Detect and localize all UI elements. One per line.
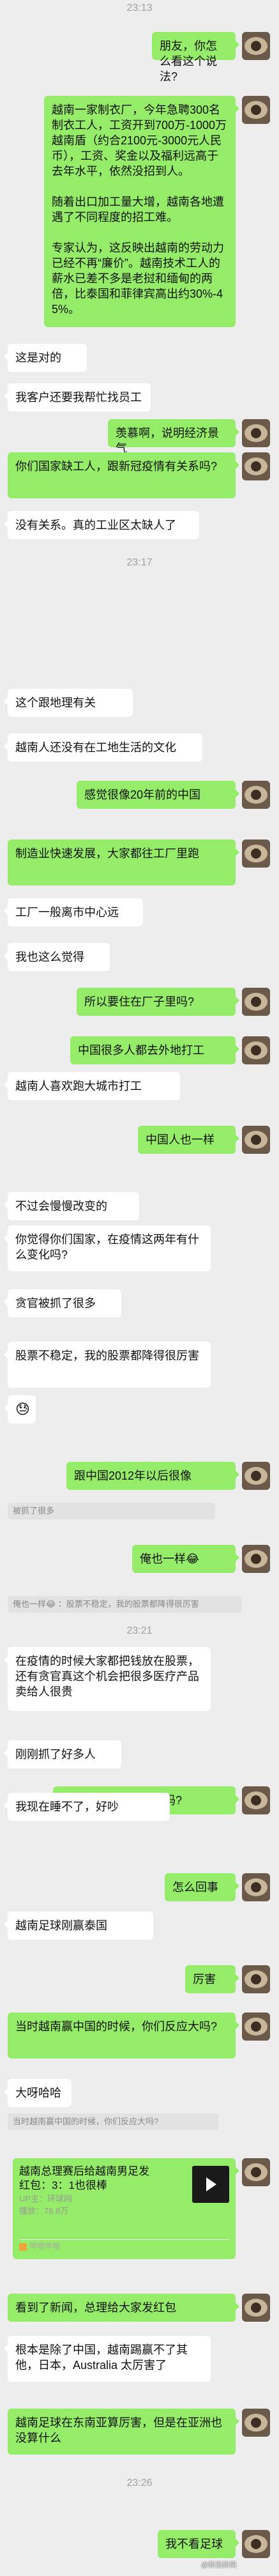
message-bubble[interactable]: 我不看足球 (158, 2530, 239, 2558)
message-bubble[interactable]: 越南人喜欢跑大城市打工 (4, 1072, 180, 1100)
timestamp: 23:21 (126, 1625, 153, 1636)
message-bubble[interactable]: 刚刚抓了好多人 (4, 1740, 121, 1768)
avatar[interactable] (242, 2530, 270, 2558)
card-plays: 播放：76.8万 (19, 2206, 69, 2216)
message-bubble[interactable]: 贪官被抓了很多 (4, 1289, 121, 1317)
message-bubble[interactable]: 跟中国2012年以后很像 (66, 1462, 239, 1490)
quoted-reply[interactable]: 被抓了很多 (8, 1503, 215, 1519)
message-bubble[interactable]: 当时越南赢中国的时候，你们反应大吗? (8, 2012, 239, 2058)
avatar[interactable] (242, 2012, 270, 2041)
avatar[interactable] (242, 1873, 270, 1901)
message-bubble[interactable]: 中国很多人都去外地打工 (70, 1036, 239, 1064)
message-bubble[interactable]: 你觉得你们国家，在疫情这两年有什么变化吗? (4, 1225, 211, 1271)
message-bubble[interactable]: 看到了新闻，总理给大家发红包 (8, 2294, 239, 2322)
message-bubble[interactable]: 羡慕啊，说明经济景气 (108, 419, 239, 455)
avatar[interactable] (242, 2294, 270, 2322)
message-bubble[interactable]: 朋友，你怎么看这个说法? (152, 32, 239, 83)
avatar[interactable] (242, 32, 270, 60)
bilibili-icon (19, 2242, 27, 2251)
message-bubble[interactable]: 根本是除了中国，越南踢赢不了其他，日本，Australia 太厉害了 (4, 2336, 211, 2382)
avatar[interactable] (242, 988, 270, 1016)
avatar[interactable] (242, 1786, 270, 1814)
avatar[interactable] (242, 1036, 270, 1064)
message-bubble[interactable]: 感觉很像20年前的中国 (77, 781, 239, 809)
message-bubble[interactable]: 我也这么觉得 (4, 943, 110, 971)
message-bubble[interactable]: 越南人还没有在工地生活的文化 (4, 733, 202, 762)
message-bubble[interactable]: 😓 (4, 1395, 36, 1423)
message-bubble[interactable]: 大呀哈哈 (4, 2079, 72, 2107)
avatar[interactable] (242, 839, 270, 868)
message-bubble[interactable]: 我现在睡不了，好吵 (4, 1793, 170, 1821)
message-bubble[interactable]: 俺也一样😂 (132, 1545, 239, 1573)
quoted-reply[interactable]: 俺也一样😂 ：股票不稳定，我的股票都降得很厉害 (8, 1596, 242, 1613)
message-bubble[interactable]: 制造业快速发展，大家都往工厂里跑 (8, 839, 239, 885)
message-bubble[interactable]: 你们国家缺工人，跟新冠疫情有关系吗? (8, 452, 239, 498)
card-title: 越南总理赛后给越南男足发红包：3：1也很棒 (19, 2165, 149, 2191)
message-bubble[interactable]: 股票不稳定，我的股票都降得很厉害 (4, 1342, 211, 1388)
quoted-reply[interactable]: 当时越南赢中国的时候，你们反应大吗? (8, 2113, 218, 2130)
message-bubble[interactable]: 越南一家制衣厂，今年急聘300名制衣工人，工资开到700万-1000万越南盾（约… (44, 96, 239, 327)
avatar[interactable] (242, 1126, 270, 1154)
timestamp: 23:13 (126, 3, 153, 13)
play-icon (206, 2177, 216, 2191)
avatar[interactable] (242, 452, 270, 480)
timestamp: 23:26 (126, 2478, 153, 2488)
avatar[interactable] (242, 1545, 270, 1573)
message-bubble[interactable]: 没有关系。真的工业区太缺人了 (4, 511, 199, 539)
message-bubble[interactable]: 越南足球在东南亚算厉害，但是在亚洲也没算什么 (8, 2409, 239, 2455)
message-bubble[interactable]: 这个跟地理有关 (4, 689, 133, 717)
message-bubble[interactable]: 所以要住在厂子里吗? (77, 988, 239, 1016)
message-bubble[interactable]: 怎么回事 (165, 1873, 239, 1901)
avatar[interactable] (242, 419, 270, 447)
card-source: 哔哩哔哩 (19, 2239, 60, 2254)
message-bubble[interactable]: 越南足球刚赢泰国 (4, 1912, 153, 1940)
message-bubble[interactable]: 中国人也一样 (138, 1126, 239, 1154)
message-bubble[interactable]: 厉害 (185, 1965, 239, 1993)
avatar[interactable] (242, 1462, 270, 1490)
message-bubble[interactable]: 在疫情的时候大家都把钱放在股票，还有贪官真这个机会把很多医疗产品卖给人很贵 (4, 1647, 211, 1711)
message-bubble[interactable]: 我客户还要我帮忙找员工 (4, 383, 151, 411)
avatar[interactable] (242, 1965, 270, 1993)
avatar[interactable] (242, 2409, 270, 2437)
watermark: @新浪新闻 (201, 2561, 237, 2569)
message-bubble[interactable]: 不过会慢慢改变的 (4, 1192, 139, 1220)
source-label: 哔哩哔哩 (29, 2242, 61, 2251)
video-thumbnail (192, 2166, 229, 2203)
message-bubble[interactable]: 这是对的 (4, 344, 87, 372)
avatar[interactable] (242, 781, 270, 809)
timestamp: 23:17 (126, 557, 153, 568)
avatar[interactable] (242, 2158, 270, 2186)
video-link-card[interactable]: 越南总理赛后给越南男足发红包：3：1也很棒 UP主：环球网 播放：76.8万 哔… (13, 2158, 239, 2259)
chat-area: 23:13 朋友，你怎么看这个说法? 越南一家制衣厂，今年急聘300名制衣工人，… (0, 0, 279, 2576)
avatar[interactable] (242, 96, 270, 124)
message-bubble[interactable]: 工厂一般离市中心远 (4, 898, 143, 926)
